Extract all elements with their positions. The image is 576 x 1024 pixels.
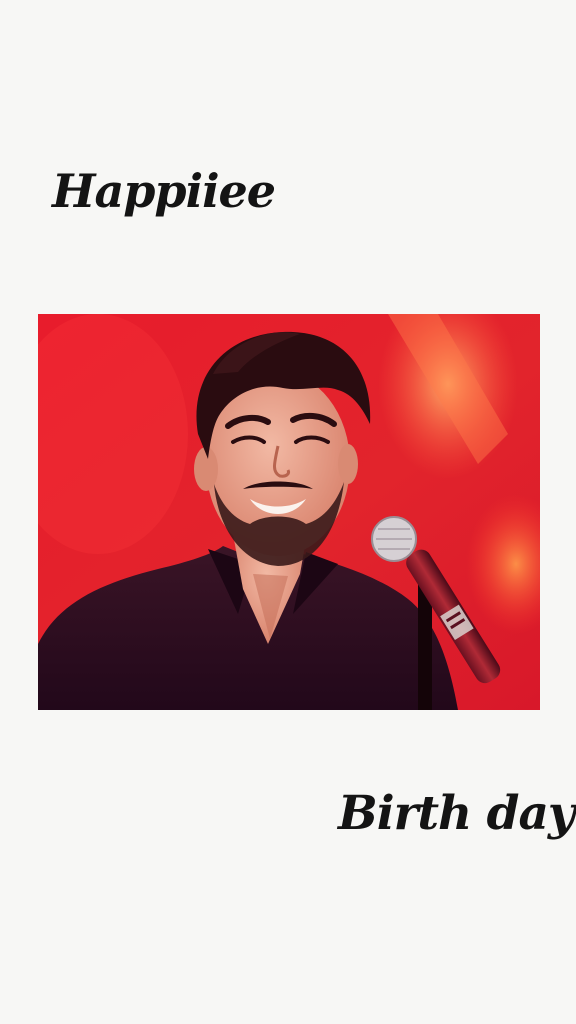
story-canvas: Happiiee Birth day [0,0,576,1024]
caption-birth-day: Birth day [338,786,575,841]
portrait-photo [38,314,540,710]
caption-happiiee: Happiiee [52,164,276,218]
